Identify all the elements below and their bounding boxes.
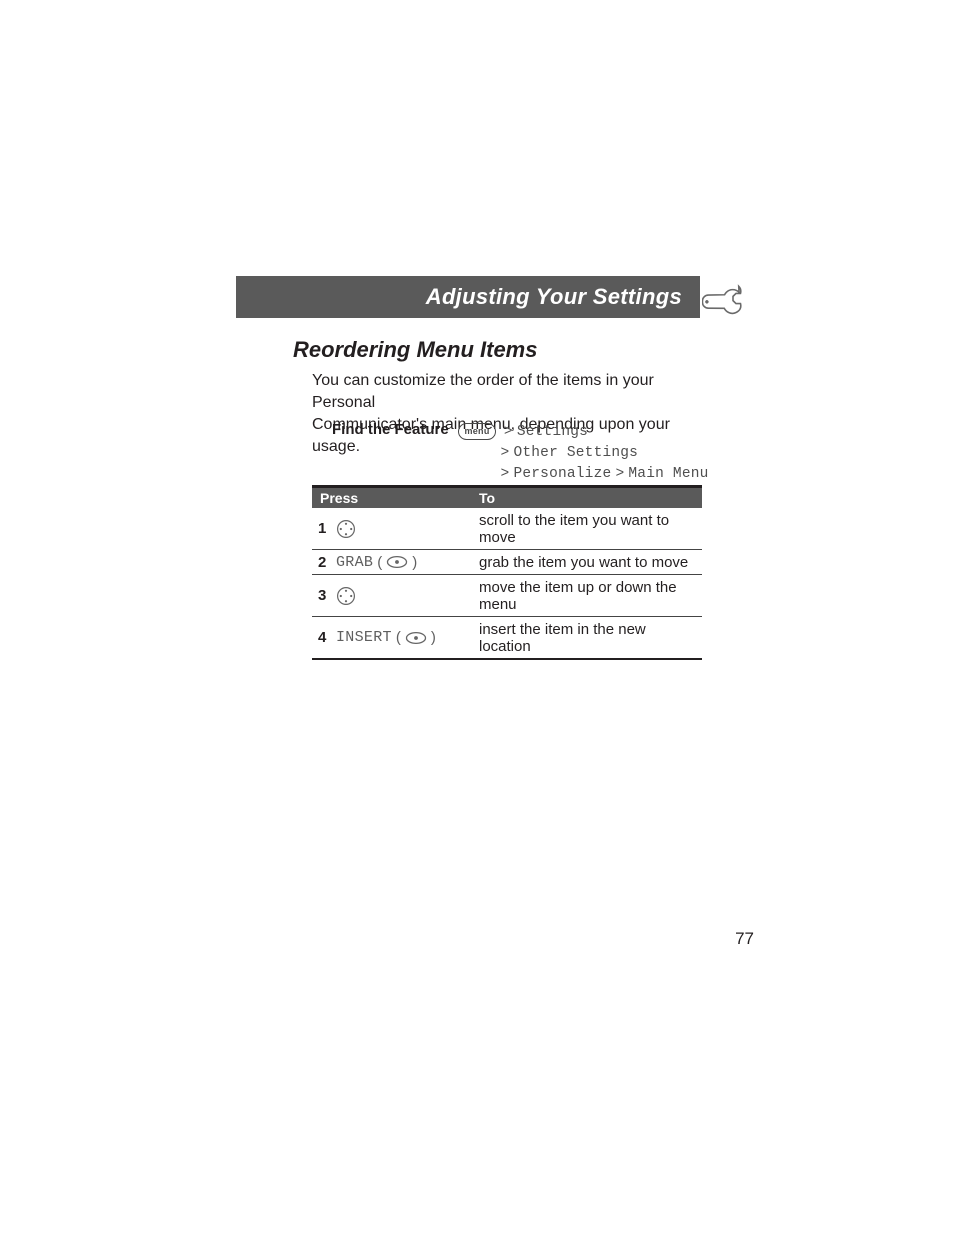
page: Adjusting Your Settings Reordering Menu … — [0, 0, 954, 1235]
nav-key-icon — [336, 519, 356, 539]
path-personalize: Personalize — [513, 466, 611, 482]
breadcrumb-sep: > — [501, 444, 510, 460]
steps-table: Press To 1 scroll to the item you want t… — [312, 485, 702, 660]
step-number: 4 — [316, 629, 336, 646]
softkey-insert: INSERT — [336, 629, 392, 646]
step-number: 3 — [316, 587, 336, 604]
header-title: Adjusting Your Settings — [426, 284, 682, 310]
path-settings: Settings — [517, 424, 588, 440]
breadcrumb-sep: > — [504, 423, 513, 439]
table-row: 1 scroll to the item you want to move — [312, 508, 702, 550]
header-bar: Adjusting Your Settings — [236, 276, 700, 318]
table-header: Press To — [312, 488, 702, 508]
press-cell: 2 GRAB ( ) — [312, 550, 477, 574]
close-paren: ) — [431, 629, 436, 646]
press-cell: 3 — [312, 575, 477, 616]
find-the-feature: Find the Feature menu > Settings > Other… — [332, 421, 712, 484]
menu-path: menu > Settings > Other Settings > Perso… — [458, 421, 708, 484]
table-bottom-rule — [312, 658, 702, 661]
table-row: 2 GRAB ( ) grab the item you want to mov… — [312, 550, 702, 575]
breadcrumb-sep: > — [501, 465, 510, 481]
to-cell: move the item up or down the menu — [477, 575, 702, 616]
open-paren: ( — [396, 629, 401, 646]
wrench-icon — [702, 275, 750, 323]
press-cell: 1 — [312, 508, 477, 549]
find-label: Find the Feature — [332, 421, 454, 438]
softkey-grab: GRAB — [336, 554, 373, 571]
nav-key-icon — [336, 586, 356, 606]
breadcrumb-sep: > — [616, 465, 625, 481]
intro-line-1: You can customize the order of the items… — [312, 372, 654, 411]
to-cell: scroll to the item you want to move — [477, 508, 702, 549]
select-key-icon — [386, 555, 408, 569]
to-cell: grab the item you want to move — [477, 550, 702, 574]
path-other-settings: Other Settings — [513, 445, 638, 461]
table-row: 4 INSERT ( ) insert the item in the new … — [312, 617, 702, 658]
table-row: 3 move the item up or down the menu — [312, 575, 702, 617]
table-head-to: To — [477, 488, 702, 508]
page-number: 77 — [735, 929, 754, 949]
step-number: 2 — [316, 554, 336, 571]
open-paren: ( — [377, 554, 382, 571]
to-cell: insert the item in the new location — [477, 617, 702, 658]
table-head-press: Press — [312, 488, 477, 508]
select-key-icon — [405, 631, 427, 645]
close-paren: ) — [412, 554, 417, 571]
step-number: 1 — [316, 520, 336, 537]
path-main-menu: Main Menu — [628, 466, 708, 482]
press-cell: 4 INSERT ( ) — [312, 617, 477, 658]
menu-key-icon: menu — [458, 423, 495, 440]
section-heading: Reordering Menu Items — [293, 337, 537, 363]
